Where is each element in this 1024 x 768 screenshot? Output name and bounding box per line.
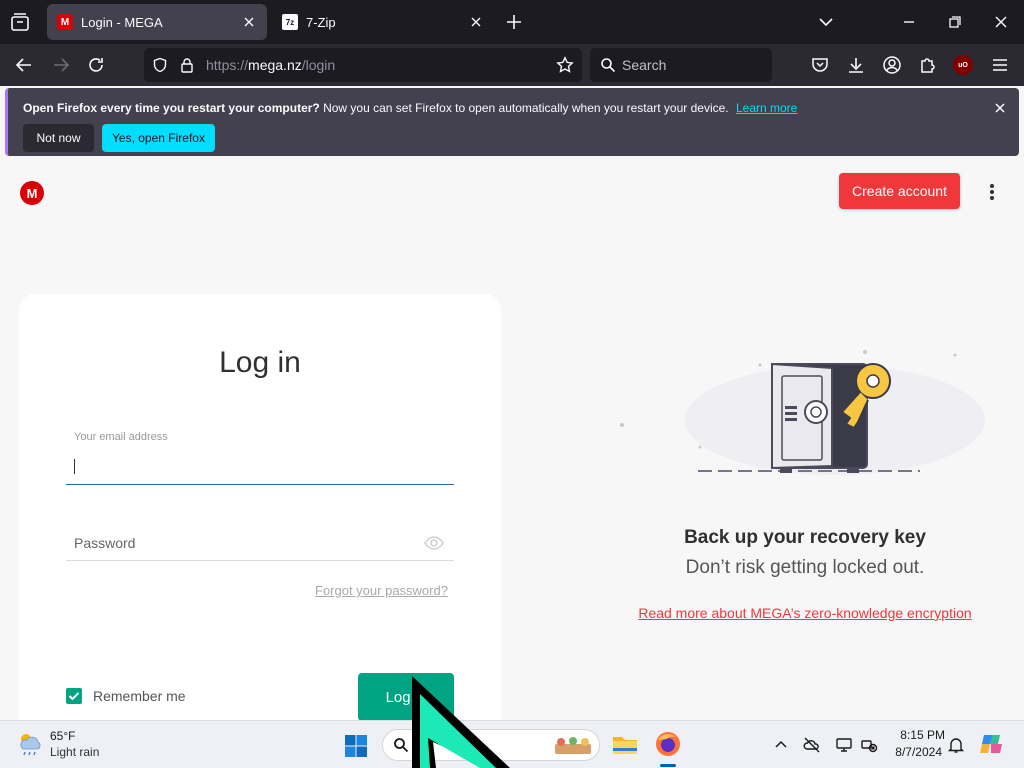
- tab-bar: M Login - MEGA 7z 7-Zip: [0, 0, 1024, 44]
- notification-body-text: Now you can set Firefox to open automati…: [323, 101, 729, 115]
- tab-login-mega[interactable]: M Login - MEGA: [47, 4, 267, 40]
- remember-me-checkbox[interactable]: [66, 688, 82, 704]
- close-tab-icon[interactable]: [468, 14, 484, 30]
- account-icon[interactable]: [882, 55, 902, 75]
- weather-rain-cloud-icon[interactable]: [16, 731, 44, 757]
- url-scheme: https://: [206, 57, 249, 73]
- network-disconnected-icon[interactable]: [860, 736, 878, 754]
- ublock-origin-icon[interactable]: uO: [953, 55, 973, 75]
- password-field[interactable]: [66, 560, 454, 561]
- lock-icon[interactable]: [179, 57, 195, 73]
- bookmark-star-icon[interactable]: [556, 56, 574, 74]
- tab-title: Login - MEGA: [81, 14, 163, 30]
- weather-description[interactable]: Light rain: [50, 745, 99, 759]
- email-field-label: Your email address: [74, 431, 168, 443]
- search-placeholder: Search: [622, 57, 667, 73]
- downloads-icon[interactable]: [846, 55, 866, 75]
- display-icon[interactable]: [835, 736, 853, 754]
- back-icon[interactable]: [14, 55, 34, 75]
- url-text[interactable]: https://mega.nz/login: [206, 57, 335, 73]
- mega-favicon-icon: M: [57, 14, 73, 30]
- recovery-key-safe-illustration: [620, 350, 985, 475]
- search-icon: [601, 58, 616, 73]
- restore-icon[interactable]: [945, 12, 965, 32]
- copilot-icon[interactable]: [979, 731, 1005, 757]
- search-highlight-illustration-icon: [555, 737, 591, 754]
- search-bar[interactable]: Search: [590, 48, 772, 82]
- password-field-placeholder: Password: [74, 535, 136, 551]
- 7zip-favicon-icon: 7z: [282, 14, 298, 30]
- new-tab-icon[interactable]: [505, 13, 523, 31]
- close-tab-icon[interactable]: [241, 14, 257, 30]
- notifications-bell-icon[interactable]: [947, 736, 965, 754]
- yes-open-firefox-button[interactable]: Yes, open Firefox: [102, 124, 215, 152]
- show-password-eye-icon[interactable]: [424, 534, 444, 552]
- mouse-cursor-icon: [412, 676, 510, 768]
- create-account-button[interactable]: Create account: [839, 173, 960, 209]
- checkmark-icon: [68, 692, 80, 701]
- url-path: /login: [301, 57, 336, 73]
- notification-message: Open Firefox every time you restart your…: [23, 101, 797, 115]
- notification-bold-text: Open Firefox every time you restart your…: [23, 101, 320, 115]
- login-title: Log in: [219, 346, 301, 379]
- navigation-bar: https://mega.nz/login Search uO: [0, 44, 1024, 86]
- mega-logo[interactable]: M: [20, 181, 44, 205]
- email-field[interactable]: [66, 484, 454, 485]
- tab-7zip[interactable]: 7z 7-Zip: [272, 4, 494, 40]
- weather-temperature[interactable]: 65°F: [50, 729, 75, 743]
- url-host: mega.nz: [248, 57, 302, 73]
- windows-taskbar: 65°F Light rain 8:15 PM 8/7/2024: [0, 720, 1024, 768]
- reload-icon[interactable]: [86, 55, 106, 75]
- mega-login-page: M Create account Log in Your email addre…: [0, 160, 1024, 720]
- taskbar-clock-date[interactable]: 8/7/2024: [888, 745, 942, 759]
- tab-list-icon[interactable]: [8, 10, 32, 34]
- file-explorer-icon[interactable]: [611, 730, 639, 758]
- promo-title: Back up your recovery key: [684, 527, 926, 548]
- login-card: Log in Your email address Password Forgo…: [19, 294, 501, 720]
- learn-more-link[interactable]: Learn more: [736, 101, 797, 115]
- list-all-tabs-chevron-icon[interactable]: [816, 12, 836, 32]
- close-window-icon[interactable]: [991, 12, 1011, 32]
- onedrive-offline-icon[interactable]: [803, 736, 821, 754]
- pocket-icon[interactable]: [810, 55, 830, 75]
- remember-me-label[interactable]: Remember me: [93, 688, 186, 704]
- promo-subtitle: Don’t risk getting locked out.: [685, 557, 925, 578]
- minimize-icon[interactable]: [899, 12, 919, 32]
- tab-title: 7-Zip: [306, 14, 336, 30]
- firefox-icon[interactable]: [654, 730, 682, 758]
- show-hidden-icons-chevron-up-icon[interactable]: [772, 736, 790, 754]
- zero-knowledge-encryption-link[interactable]: Read more about MEGA’s zero-knowledge en…: [585, 605, 1024, 621]
- default-browser-notification: Open Firefox every time you restart your…: [5, 88, 1019, 156]
- not-now-button[interactable]: Not now: [23, 124, 94, 152]
- more-options-icon[interactable]: [982, 182, 1002, 202]
- close-notification-icon[interactable]: [993, 101, 1007, 115]
- menu-hamburger-icon[interactable]: [990, 55, 1010, 75]
- taskbar-clock-time[interactable]: 8:15 PM: [895, 728, 945, 742]
- extensions-puzzle-icon[interactable]: [918, 55, 938, 75]
- forward-icon[interactable]: [51, 55, 71, 75]
- active-app-indicator: [660, 764, 676, 767]
- windows-start-icon[interactable]: [344, 734, 368, 758]
- forgot-password-link[interactable]: Forgot your password?: [315, 583, 448, 598]
- address-bar[interactable]: https://mega.nz/login: [144, 48, 582, 82]
- tracking-protection-shield-icon[interactable]: [152, 57, 168, 73]
- text-caret: [74, 459, 75, 474]
